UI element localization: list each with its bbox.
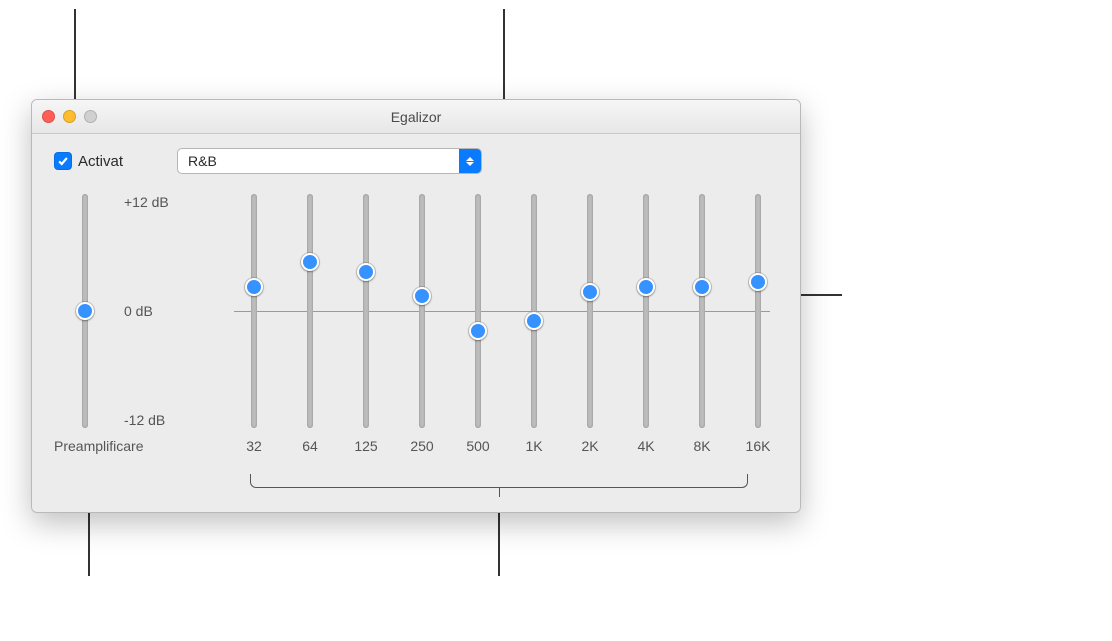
band-label-1K: 1K: [525, 438, 542, 454]
band-slider-64[interactable]: [307, 194, 313, 428]
band-label-8K: 8K: [693, 438, 710, 454]
band-slider-thumb-2K[interactable]: [581, 283, 599, 301]
eq-band-2K: 2K: [570, 194, 610, 454]
chevron-up-down-icon: [459, 149, 481, 173]
band-label-500: 500: [466, 438, 489, 454]
band-label-4K: 4K: [637, 438, 654, 454]
band-slider-4K[interactable]: [643, 194, 649, 428]
band-label-32: 32: [246, 438, 262, 454]
band-label-2K: 2K: [581, 438, 598, 454]
band-label-125: 125: [354, 438, 377, 454]
band-slider-1K[interactable]: [531, 194, 537, 428]
top-controls: Activat R&B: [32, 134, 800, 174]
eq-band-250: 250: [402, 194, 442, 454]
preamp-slider-thumb[interactable]: [76, 302, 94, 320]
band-label-64: 64: [302, 438, 318, 454]
band-slider-thumb-250[interactable]: [413, 287, 431, 305]
preamp-label: Preamplificare: [54, 438, 143, 454]
eq-area: +12 dB 0 dB -12 dB Preamplificare 32 64 12…: [54, 194, 778, 494]
eq-band-64: 64: [290, 194, 330, 454]
band-slider-thumb-8K[interactable]: [693, 278, 711, 296]
bands-bracket: [250, 474, 748, 488]
band-slider-32[interactable]: [251, 194, 257, 428]
eq-band-125: 125: [346, 194, 386, 454]
eq-band-16K: 16K: [738, 194, 778, 454]
eq-bands: 32 64 125 250 500 1K 2K 4K 8K 16K: [234, 194, 778, 454]
band-label-16K: 16K: [746, 438, 771, 454]
band-slider-thumb-1K[interactable]: [525, 312, 543, 330]
band-slider-thumb-4K[interactable]: [637, 278, 655, 296]
band-slider-thumb-16K[interactable]: [749, 273, 767, 291]
band-slider-2K[interactable]: [587, 194, 593, 428]
db-min: -12 dB: [124, 412, 169, 428]
preamp-slider[interactable]: [82, 194, 88, 428]
band-slider-16K[interactable]: [755, 194, 761, 428]
band-slider-thumb-32[interactable]: [245, 278, 263, 296]
db-max: +12 dB: [124, 194, 169, 210]
band-slider-125[interactable]: [363, 194, 369, 428]
db-mid: 0 dB: [124, 303, 169, 319]
eq-band-4K: 4K: [626, 194, 666, 454]
equalizer-window: Egalizor Activat R&B +12 dB 0 dB -12 dB …: [31, 99, 801, 513]
band-slider-250[interactable]: [419, 194, 425, 428]
titlebar: Egalizor: [32, 100, 800, 134]
activate-label: Activat: [78, 153, 123, 170]
band-slider-thumb-125[interactable]: [357, 263, 375, 281]
band-slider-500[interactable]: [475, 194, 481, 428]
activate-checkbox[interactable]: [54, 152, 72, 170]
eq-band-32: 32: [234, 194, 274, 454]
band-slider-thumb-500[interactable]: [469, 322, 487, 340]
window-title: Egalizor: [32, 109, 800, 125]
check-icon: [57, 155, 69, 167]
band-slider-8K[interactable]: [699, 194, 705, 428]
preset-value: R&B: [178, 153, 227, 169]
band-label-250: 250: [410, 438, 433, 454]
band-slider-thumb-64[interactable]: [301, 253, 319, 271]
db-scale: +12 dB 0 dB -12 dB: [124, 194, 169, 428]
eq-band-1K: 1K: [514, 194, 554, 454]
eq-band-500: 500: [458, 194, 498, 454]
activate-checkbox-wrap[interactable]: Activat: [54, 152, 123, 170]
preset-select[interactable]: R&B: [177, 148, 482, 174]
eq-band-8K: 8K: [682, 194, 722, 454]
